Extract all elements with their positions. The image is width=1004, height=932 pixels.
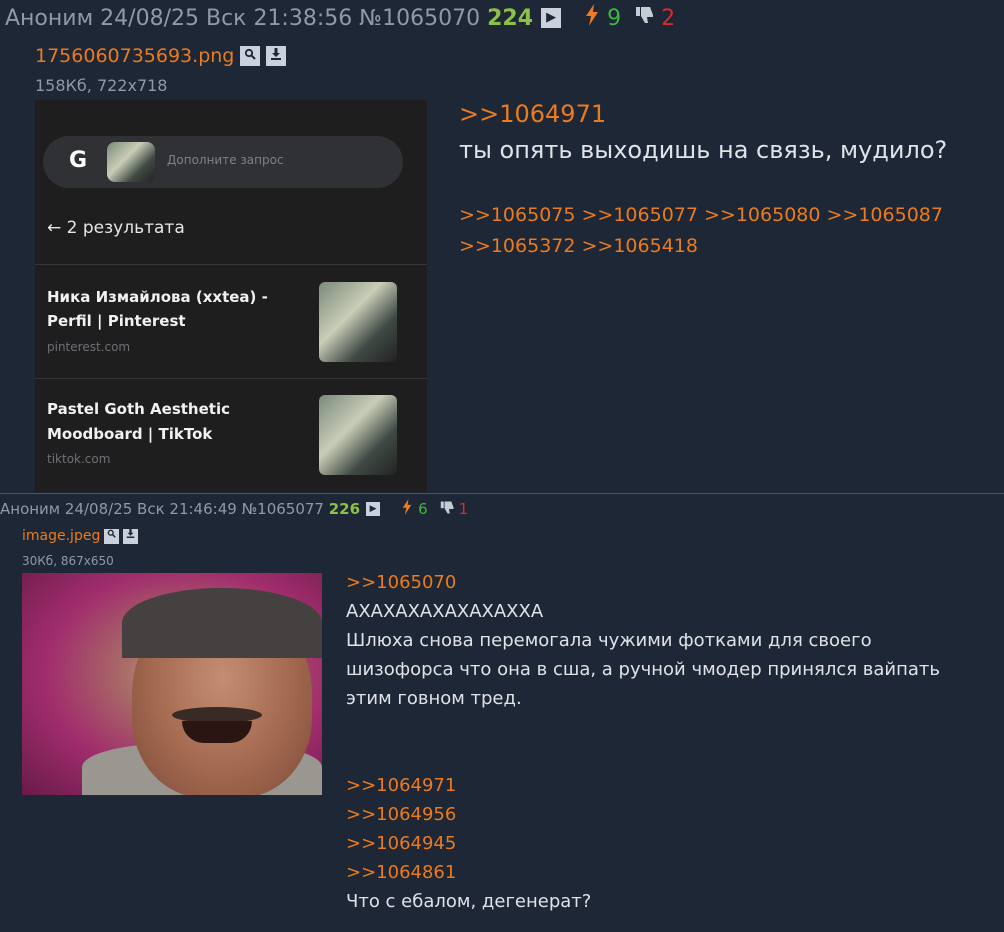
post-message: >>1065070 АХАХАХАХАХАХАХХА Шлюха снова п… [346,568,940,916]
result-title: Ника Измайлова (xxtea) - [47,288,268,306]
message-line: АХАХАХАХАХАХАХХА [346,601,544,622]
author-name: Аноним [0,500,61,518]
message-line [346,713,940,742]
author-name: Аноним [5,5,94,31]
google-logo: G [69,148,88,173]
result-site: pinterest.com [47,340,131,354]
results-header: ← 2 результата [47,218,185,238]
message-line: Что с ебалом, дегенерат? [346,891,592,912]
bolt-icon[interactable] [402,499,412,519]
google-search-bar: G Дополните запрос [43,136,403,188]
post-header: Аноним 24/08/25 Вск 21:46:49 №1065077 22… [0,499,468,519]
file-name[interactable]: 1756060735693.png [35,45,234,67]
file-meta: 30Кб, 867x650 [22,554,114,568]
file-link[interactable]: image.jpeg [22,528,139,544]
divider [35,378,427,379]
play-icon[interactable]: ▶ [541,8,562,28]
result-title: Pastel Goth Aesthetic [47,400,230,418]
file-link[interactable]: 1756060735693.png [35,45,287,67]
like-count: 9 [607,5,622,31]
image-hair [122,588,322,658]
search-icon[interactable] [104,528,120,544]
search-icon[interactable] [240,46,261,66]
post-1065070: Аноним 24/08/25 Вск 21:38:56 №1065070 22… [0,0,1004,492]
search-placeholder: Дополните запрос [167,153,284,167]
message-line: Шлюха снова перемогала чужими фотками дл… [346,630,872,651]
post-count: 224 [487,5,534,31]
image-mouth [182,721,252,743]
result-title: Perfil | Pinterest [47,312,186,330]
post-count: 226 [328,500,361,518]
like-count: 6 [418,500,428,518]
message-line: ты опять выходишь на связь, мудило? [459,136,948,164]
reply-link[interactable]: >>1064861 [346,858,940,887]
message-line: этим говном тред. [346,688,522,709]
post-number[interactable]: №1065070 [359,6,480,31]
message-line [346,742,940,771]
play-icon[interactable]: ▶ [366,502,381,516]
reply-link[interactable]: >>1064956 [346,800,940,829]
download-icon[interactable] [266,46,287,66]
thumb-down-icon[interactable] [635,5,655,31]
divider [35,264,427,265]
post-datetime: 24/08/25 Вск 21:46:49 [64,500,237,518]
reply-link[interactable]: >>1064971 [459,96,947,132]
file-name[interactable]: image.jpeg [22,528,100,544]
post-datetime: 24/08/25 Вск 21:38:56 [100,5,353,31]
result-thumbnail [319,282,397,362]
bolt-icon[interactable] [585,4,599,32]
post-1065077: Аноним 24/08/25 Вск 21:46:49 №1065077 22… [0,493,1004,932]
dislike-count: 1 [458,500,469,518]
post-header: Аноним 24/08/25 Вск 21:38:56 №1065070 22… [5,4,675,32]
message-line: шизофорса что она в сша, а ручной чмодер… [346,659,941,680]
reply-link[interactable]: >>1064971 [346,771,940,800]
post-number[interactable]: №1065077 [242,500,324,518]
post-image[interactable]: G Дополните запрос ← 2 результата Ника И… [35,100,427,492]
reply-link[interactable]: >>1064945 [346,829,940,858]
post-image[interactable] [22,573,322,795]
result-title: Moodboard | TikTok [47,425,213,443]
file-meta: 158Кб, 722x718 [35,76,168,95]
post-message: >>1064971 ты опять выходишь на связь, му… [459,96,947,168]
thumb-down-icon[interactable] [440,500,455,519]
replies-list[interactable]: >>1065075 >>1065077 >>1065080 >>1065087 … [459,200,999,262]
search-thumbnail [107,142,155,182]
reply-link[interactable]: >>1065070 [346,568,940,597]
result-site: tiktok.com [47,452,111,466]
result-thumbnail [319,395,397,475]
download-icon[interactable] [123,528,139,544]
dislike-count: 2 [661,5,676,31]
